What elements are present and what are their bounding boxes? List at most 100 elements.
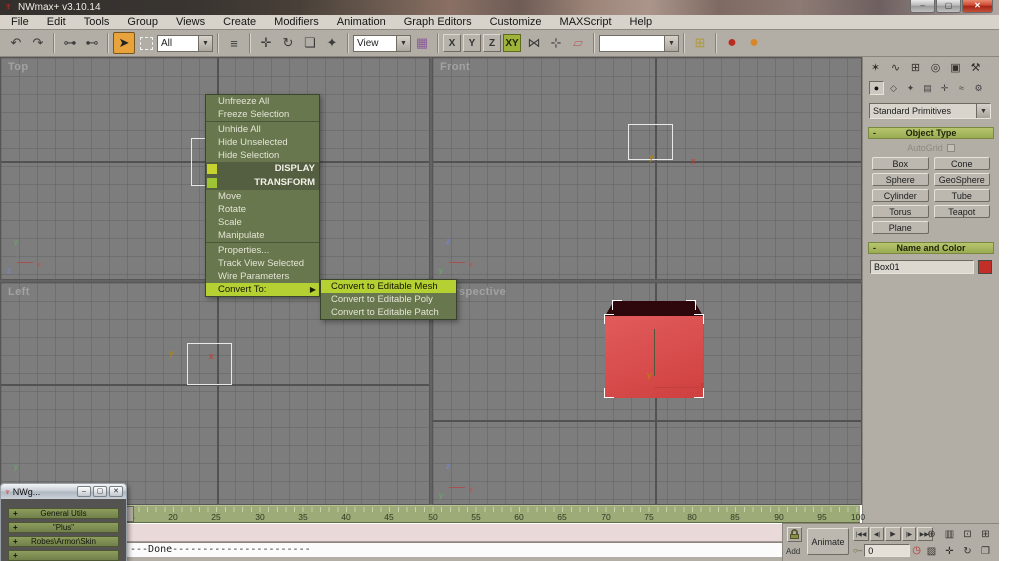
display-tab-icon[interactable]: ▣ [947,60,964,75]
rollout-robes-armor-skin[interactable]: + Robes\Armor\Skin [8,536,119,547]
nwg-minimize-button[interactable]: – [77,486,91,497]
pivot-center-icon[interactable]: ▦ [411,32,433,54]
time-slider-handle[interactable] [126,506,134,522]
menu-customize[interactable]: Customize [481,15,551,29]
select-and-link-icon[interactable]: ⊶ [59,32,81,54]
tube-button[interactable]: Tube [933,189,990,202]
menu-tools[interactable]: Tools [75,15,119,29]
geometry-category-icon[interactable]: ● [869,81,884,95]
zoom-icon[interactable]: ⊕ [923,526,940,542]
systems-category-icon[interactable]: ⚙ [971,81,986,95]
menu-views[interactable]: Views [167,15,214,29]
menu-item-freeze-selection[interactable]: Freeze Selection [206,108,319,121]
menu-maxscript[interactable]: MAXScript [551,15,621,29]
select-object-button[interactable]: ➤ [113,32,135,54]
menu-item-convert-editable-patch[interactable]: Convert to Editable Patch [321,306,456,319]
autogrid-checkbox[interactable] [946,144,955,152]
undo-icon[interactable]: ↶ [5,32,27,54]
plane-button[interactable]: Plane [872,221,929,234]
restrict-z-button[interactable]: Z [483,34,501,52]
close-button[interactable]: ✕ [962,0,993,13]
geosphere-button[interactable]: GeoSphere [933,173,990,186]
name-and-color-rollout-header[interactable]: - Name and Color [868,242,994,254]
scale-icon[interactable]: ❏ [299,32,321,54]
menu-modifiers[interactable]: Modifiers [265,15,328,29]
menu-item-unfreeze-all[interactable]: Unfreeze All [206,95,319,108]
object-color-swatch[interactable] [978,260,992,274]
selection-region-icon[interactable] [135,32,157,54]
rollout-partial[interactable]: + [8,550,119,561]
dropdown-arrow-icon[interactable]: ▼ [664,35,678,51]
viewport-perspective[interactable]: Perspective y x z x y [432,282,862,505]
manipulate-icon[interactable]: ✦ [321,32,343,54]
select-by-name-icon[interactable]: ≡ [223,32,245,54]
cylinder-button[interactable]: Cylinder [872,189,929,202]
menu-file[interactable]: File [2,15,38,29]
menu-item-rotate[interactable]: Rotate [206,203,319,216]
spacewarps-category-icon[interactable]: ≈ [954,81,969,95]
primitive-category-dropdown[interactable]: Standard Primitives ▼ [869,103,991,119]
menu-item-convert-editable-poly[interactable]: Convert to Editable Poly [321,293,456,306]
nwg-title-bar[interactable]: ♆ NWg... – ▢ ✕ [1,484,126,499]
viewport-label-left[interactable]: Left [8,286,30,298]
box-object-wireframe[interactable] [187,343,232,385]
zoom-extents-icon[interactable]: ⊡ [959,526,976,542]
quad-header-display[interactable]: DISPLAY [206,162,319,176]
restrict-y-button[interactable]: Y [463,34,481,52]
box01-object[interactable]: y x [604,300,705,398]
menu-item-move[interactable]: Move [206,190,319,203]
key-mode-icon[interactable]: ○– [853,546,862,555]
restrict-xy-plane-button[interactable]: XY [503,34,521,52]
pan-icon[interactable]: ✛ [941,543,958,559]
menu-item-track-view-selected[interactable]: Track View Selected [206,257,319,270]
zoom-all-icon[interactable]: ▥ [941,526,958,542]
named-selection-sets-dropdown[interactable]: ▼ [599,34,679,52]
viewport-label-front[interactable]: Front [440,61,470,73]
menu-help[interactable]: Help [621,15,662,29]
go-to-start-button[interactable]: |◀◀ [853,527,869,541]
schematic-view-icon[interactable]: ⊞ [689,32,711,54]
shapes-category-icon[interactable]: ◇ [886,81,901,95]
minimize-button[interactable]: – [910,0,935,13]
modify-tab-icon[interactable]: ∿ [887,60,904,75]
track-bar[interactable] [0,524,860,542]
nwg-close-button[interactable]: ✕ [109,486,123,497]
min-max-toggle-icon[interactable]: ❐ [977,543,994,559]
lights-category-icon[interactable]: ✦ [903,81,918,95]
selection-lock-icon[interactable] [787,527,802,542]
box-button[interactable]: Box [872,157,929,170]
menu-item-unhide-all[interactable]: Unhide All [206,123,319,136]
unlink-selection-icon[interactable]: ⊷ [81,32,103,54]
helpers-category-icon[interactable]: ✛ [937,81,952,95]
menu-item-convert-to[interactable]: Convert To: ▶ [206,283,319,296]
render-icon[interactable]: ● [743,32,765,54]
region-zoom-icon[interactable]: ▧ [923,543,940,559]
object-name-field[interactable]: Box01 [870,260,974,274]
zoom-extents-all-icon[interactable]: ⊞ [977,526,994,542]
previous-frame-button[interactable]: ◀| [870,527,884,541]
material-editor-icon[interactable]: ● [721,32,743,54]
hierarchy-tab-icon[interactable]: ⊞ [907,60,924,75]
cone-button[interactable]: Cone [933,157,990,170]
reference-coordinate-dropdown[interactable]: View ▼ [353,34,411,52]
menu-graph-editors[interactable]: Graph Editors [395,15,481,29]
dropdown-arrow-icon[interactable]: ▼ [976,104,990,118]
maximize-button[interactable]: ▢ [936,0,961,13]
cameras-category-icon[interactable]: ▤ [920,81,935,95]
mirror-icon[interactable]: ⋈ [523,32,545,54]
quad-header-transform[interactable]: TRANSFORM [206,176,319,190]
redo-icon[interactable]: ↷ [27,32,49,54]
menu-group[interactable]: Group [118,15,167,29]
current-frame-field[interactable]: 0 [864,544,911,557]
menu-item-hide-selection[interactable]: Hide Selection [206,149,319,162]
viewport-label-top[interactable]: Top [8,61,29,73]
move-icon[interactable]: ✛ [255,32,277,54]
animate-button[interactable]: Animate [807,528,849,555]
selection-filter-dropdown[interactable]: All ▼ [157,34,213,52]
dropdown-arrow-icon[interactable]: ▼ [396,35,410,51]
rollout-plus[interactable]: + "Plus" [8,522,119,533]
menu-item-wire-parameters[interactable]: Wire Parameters [206,270,319,283]
utilities-tab-icon[interactable]: ⚒ [967,60,984,75]
menu-animation[interactable]: Animation [328,15,395,29]
sphere-button[interactable]: Sphere [872,173,929,186]
